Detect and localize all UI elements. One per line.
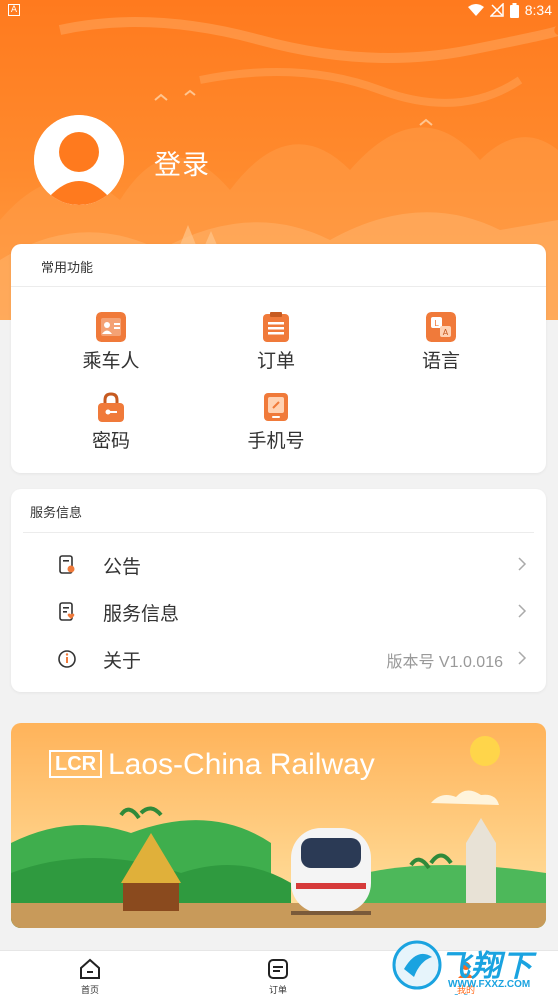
func-password[interactable]: 密码: [41, 392, 181, 454]
status-bar: A 8:34: [0, 0, 558, 22]
avatar[interactable]: [34, 115, 124, 205]
passenger-icon: [96, 312, 126, 342]
service-row-announcement[interactable]: 公告: [23, 542, 533, 588]
about-icon: [58, 650, 76, 668]
watermark-logo-icon: [392, 940, 442, 990]
common-functions-card: 常用功能 乘车人 订单 L A 语言 密码 手机号: [11, 244, 546, 473]
watermark-url: WWW.FXXZ.COM: [448, 979, 531, 990]
version-number: 版本号 V1.0.016: [386, 654, 503, 671]
service-row-label: 服务信息: [103, 603, 180, 625]
func-language-label: 语言: [421, 350, 460, 372]
service-row-label: 关于: [103, 650, 142, 672]
status-app-icon: A: [8, 4, 20, 16]
order-icon: [263, 312, 289, 342]
func-phone-label: 手机号: [247, 430, 305, 452]
nav-orders[interactable]: 订单: [248, 957, 308, 995]
func-password-label: 密码: [91, 430, 130, 452]
nav-home[interactable]: 首页: [60, 957, 120, 995]
phone-icon: [264, 393, 288, 421]
watermark: 飞翔下载 WWW.FXXZ.COM: [390, 935, 558, 995]
card-divider: [23, 532, 534, 533]
func-order[interactable]: 订单: [206, 312, 346, 374]
wifi-icon: [467, 3, 484, 16]
chevron-right-icon: [518, 557, 527, 571]
user-avatar-icon: [34, 115, 124, 205]
common-functions-title: 常用功能: [41, 261, 94, 276]
status-indicators: 8:34: [467, 2, 552, 18]
service-row-about[interactable]: 关于 版本号 V1.0.016: [23, 636, 533, 682]
nav-home-label: 首页: [80, 986, 99, 995]
lcr-logo: LCR: [49, 750, 103, 778]
func-language[interactable]: L A 语言: [371, 312, 511, 374]
service-info-title: 服务信息: [30, 506, 83, 521]
language-icon: L A: [426, 312, 456, 342]
card-divider: [11, 286, 546, 287]
password-icon: [98, 392, 124, 422]
announcement-icon: [59, 555, 75, 574]
service-row-service-info[interactable]: 服务信息: [23, 589, 533, 635]
home-icon: [80, 958, 100, 979]
func-passenger-label: 乘车人: [82, 350, 140, 372]
service-row-label: 公告: [103, 556, 142, 578]
battery-icon: [509, 2, 519, 18]
banner-title: Laos-China Railway: [108, 748, 375, 781]
chevron-right-icon: [518, 651, 527, 665]
order-list-icon: [268, 959, 288, 979]
login-button[interactable]: 登录: [154, 143, 210, 182]
service-info-icon: [59, 602, 75, 621]
svg-text:L: L: [434, 319, 439, 328]
chevron-right-icon: [518, 604, 527, 618]
railway-banner[interactable]: LCR Laos-China Railway: [11, 723, 546, 928]
func-phone[interactable]: 手机号: [206, 392, 346, 454]
func-order-label: 订单: [256, 350, 295, 372]
func-passenger[interactable]: 乘车人: [41, 312, 181, 374]
service-info-card: 服务信息 公告 服务信息 关于 版本号 V1.0.016: [11, 489, 546, 692]
nav-orders-label: 订单: [268, 986, 287, 995]
svg-text:A: A: [443, 328, 449, 337]
status-time: 8:34: [524, 2, 552, 18]
signal-off-icon: [489, 3, 504, 17]
